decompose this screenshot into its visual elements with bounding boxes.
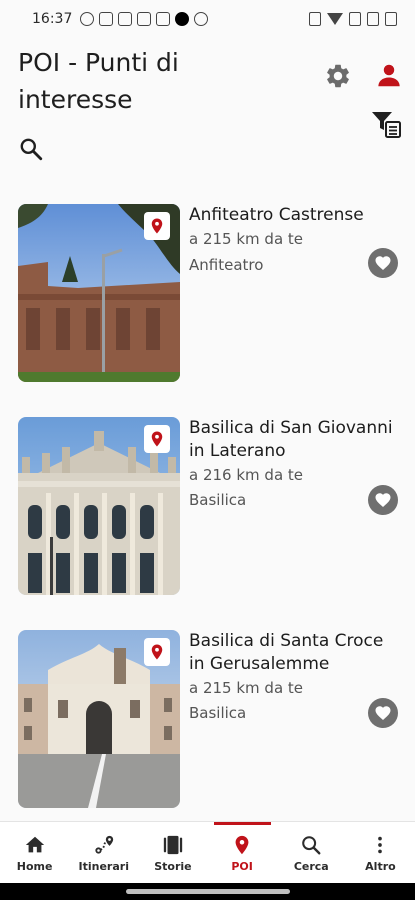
search-icon (302, 836, 321, 855)
nav-storie[interactable]: Storie (138, 822, 207, 883)
map-pin-icon (151, 218, 163, 234)
heart-icon (375, 256, 391, 271)
nav-poi[interactable]: POI (208, 822, 277, 883)
image-icon (118, 12, 133, 26)
signal-icon (367, 12, 379, 26)
notification-dot-icon (175, 12, 190, 26)
poi-category: Anfiteatro (189, 256, 264, 274)
stories-icon (163, 835, 183, 855)
nav-label: Itinerari (78, 860, 129, 873)
poi-name: Anfiteatro Castrense (189, 205, 364, 225)
poi-type-badge (144, 638, 170, 666)
poi-distance: a 216 km da te (189, 466, 304, 484)
poi-thumbnail (18, 630, 180, 808)
filter-button[interactable] (370, 108, 402, 140)
youtube-icon (156, 12, 171, 26)
route-icon (95, 835, 113, 854)
account-button[interactable] (374, 60, 404, 90)
favorite-button[interactable] (368, 248, 398, 278)
heart-icon (375, 493, 391, 508)
favorite-button[interactable] (368, 485, 398, 515)
location-icon (194, 12, 209, 26)
bottom-navigation: Home Itinerari Storie POI Cerca Altro (0, 821, 415, 883)
nav-label: Altro (365, 860, 396, 873)
poi-name: Basilica di San Giovanni in Laterano (189, 418, 393, 461)
poi-thumbnail (18, 204, 180, 382)
poi-thumbnail (18, 417, 180, 595)
more-vertical-icon (378, 836, 383, 854)
poi-category: Basilica (189, 491, 247, 509)
nav-itinerari[interactable]: Itinerari (69, 822, 138, 883)
poi-type-badge (144, 212, 170, 240)
nav-label: POI (231, 860, 253, 873)
poi-card[interactable]: Basilica di San Giovanni in Laterano a 2… (18, 417, 403, 597)
status-time: 16:37 (32, 11, 73, 27)
signal-icon (349, 12, 361, 26)
poi-card[interactable]: Basilica di Santa Croce in Gerusalemme a… (18, 630, 403, 810)
search-icon (20, 138, 43, 161)
notification-icon (99, 12, 114, 26)
poi-type-badge (144, 425, 170, 453)
nav-cerca[interactable]: Cerca (277, 822, 346, 883)
home-icon (25, 836, 44, 853)
notification-icon (80, 12, 95, 26)
map-pin-icon (235, 835, 249, 855)
favorite-button[interactable] (368, 698, 398, 728)
status-bar: 16:37 (0, 0, 415, 38)
page-title: POI - Punti di interesse (18, 48, 179, 114)
nav-label: Storie (154, 860, 192, 873)
poi-name: Basilica di Santa Croce in Gerusalemme (189, 631, 384, 674)
nav-home[interactable]: Home (0, 822, 69, 883)
poi-card[interactable]: Anfiteatro Castrense a 215 km da te Anfi… (18, 204, 403, 384)
nav-label: Cerca (293, 860, 329, 873)
vibrate-icon (309, 12, 321, 26)
wifi-icon (327, 13, 343, 25)
notification-icons (80, 12, 209, 26)
home-indicator[interactable] (126, 889, 290, 894)
map-pin-icon (151, 431, 163, 447)
settings-button[interactable] (324, 62, 352, 90)
search-button[interactable] (18, 136, 44, 162)
poi-distance: a 215 km da te (189, 679, 304, 697)
nav-label: Home (16, 860, 53, 873)
user-icon (378, 64, 400, 87)
battery-icon (385, 12, 397, 26)
filter-list-icon (372, 112, 401, 138)
nav-altro[interactable]: Altro (346, 822, 415, 883)
poi-category: Basilica (189, 704, 247, 722)
map-pin-icon (151, 644, 163, 660)
poi-distance: a 215 km da te (189, 230, 304, 248)
app-screen: 16:37 POI - Punti di interesse Anfiteatr… (0, 0, 415, 900)
heart-icon (375, 706, 391, 721)
gear-icon (327, 64, 349, 88)
system-icons (309, 12, 397, 26)
notification-icon (137, 12, 152, 26)
